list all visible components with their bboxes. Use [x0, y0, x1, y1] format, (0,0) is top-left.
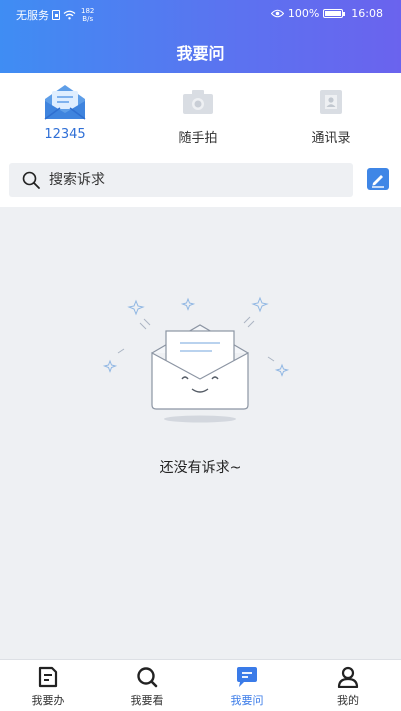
header: 无服务 182 B/s 100% 16:08 我要问: [0, 0, 401, 73]
nav-label: 我的: [337, 694, 359, 707]
quick-action-label: 12345: [44, 127, 86, 142]
battery-percent: 100%: [287, 7, 320, 20]
net-speed: 182 B/s: [81, 7, 94, 23]
edit-icon: [367, 168, 389, 190]
nav-item-view[interactable]: 我要看: [107, 665, 187, 709]
nav-label: 我要问: [230, 694, 264, 707]
eye-icon: [270, 9, 284, 18]
chat-icon: [237, 667, 257, 687]
search-row: [0, 153, 401, 207]
contacts-icon: [320, 90, 342, 114]
empty-state: 还没有诉求~: [0, 207, 401, 659]
nav-item-ask[interactable]: 我要问: [207, 665, 287, 709]
battery-icon: [323, 9, 346, 18]
quick-actions: 12345 随手拍 通讯录: [0, 73, 401, 153]
carrier-text: 无服务: [16, 9, 49, 22]
document-icon: [38, 666, 58, 688]
empty-envelope-illustration: [102, 296, 290, 423]
net-speed-value: 182: [81, 7, 95, 15]
sim-card-icon: [52, 10, 60, 20]
clock: 16:08: [351, 7, 383, 20]
new-request-button[interactable]: [367, 168, 389, 190]
nav-label: 我要办: [31, 694, 65, 707]
bottom-nav: 我要办 我要看 我要问 我的: [0, 659, 401, 711]
search-input[interactable]: [49, 172, 329, 188]
quick-action-snapshot[interactable]: 随手拍: [148, 81, 248, 149]
nav-item-handle[interactable]: 我要办: [8, 665, 88, 709]
wifi-icon: [63, 10, 76, 20]
quick-action-label: 随手拍: [178, 131, 218, 146]
search-icon: [21, 170, 41, 190]
page-title: 我要问: [176, 44, 225, 63]
status-bar: 无服务 182 B/s 100% 16:08: [0, 0, 401, 28]
search-icon: [137, 667, 158, 688]
quick-action-12345[interactable]: 12345: [15, 81, 115, 149]
quick-action-contacts[interactable]: 通讯录: [281, 81, 381, 149]
envelope-icon: [44, 85, 86, 120]
quick-action-label: 通讯录: [311, 131, 351, 146]
net-speed-unit: B/s: [82, 15, 94, 23]
status-right: 100% 16:08: [270, 7, 383, 20]
user-icon: [337, 666, 359, 688]
camera-icon: [183, 90, 213, 114]
search-box[interactable]: [9, 163, 353, 197]
nav-item-mine[interactable]: 我的: [308, 665, 388, 709]
empty-message: 还没有诉求~: [159, 460, 242, 476]
nav-label: 我要看: [130, 694, 164, 707]
status-left: 无服务 182 B/s: [16, 7, 94, 23]
